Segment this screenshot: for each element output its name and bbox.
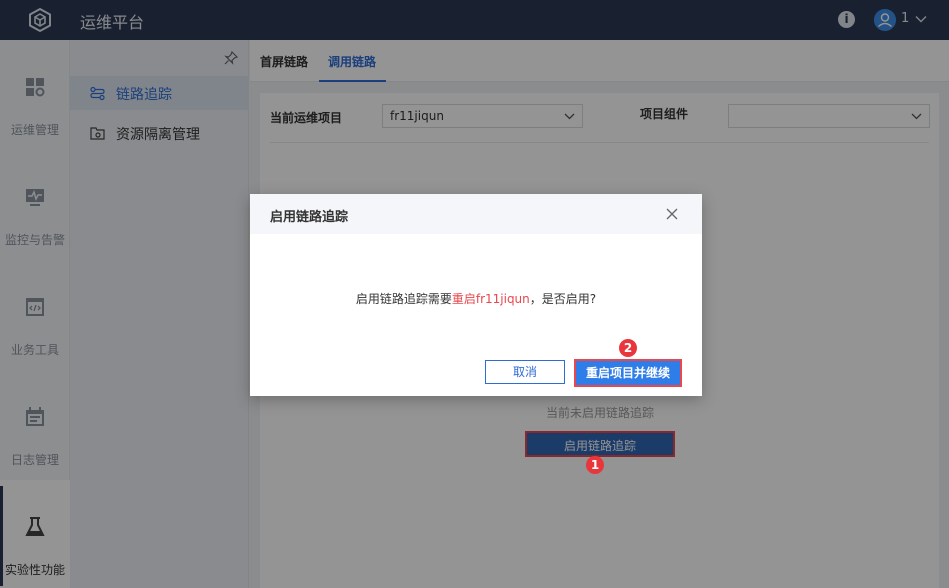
cancel-button[interactable]: 取消 [485,360,565,384]
dialog-message: 启用链路追踪需要重启fr11jiqun，是否启用? [250,290,702,307]
dialog-message-prefix: 启用链路追踪需要 [355,292,452,306]
step-1-badge: 1 [586,456,604,474]
dialog-message-highlight: 重启fr11jiqun [451,292,530,306]
dialog-message-suffix: ，是否启用? [529,292,597,306]
dialog-title: 启用链路追踪 [270,210,349,225]
step-2-badge: 2 [619,339,637,357]
dialog-header: 启用链路追踪 [250,194,702,234]
restart-and-continue-button[interactable]: 重启项目并继续 [574,359,682,387]
enable-trace-dialog: 启用链路追踪 启用链路追踪需要重启fr11jiqun，是否启用? 取消 重启项目… [250,194,702,396]
close-icon[interactable] [665,207,679,221]
